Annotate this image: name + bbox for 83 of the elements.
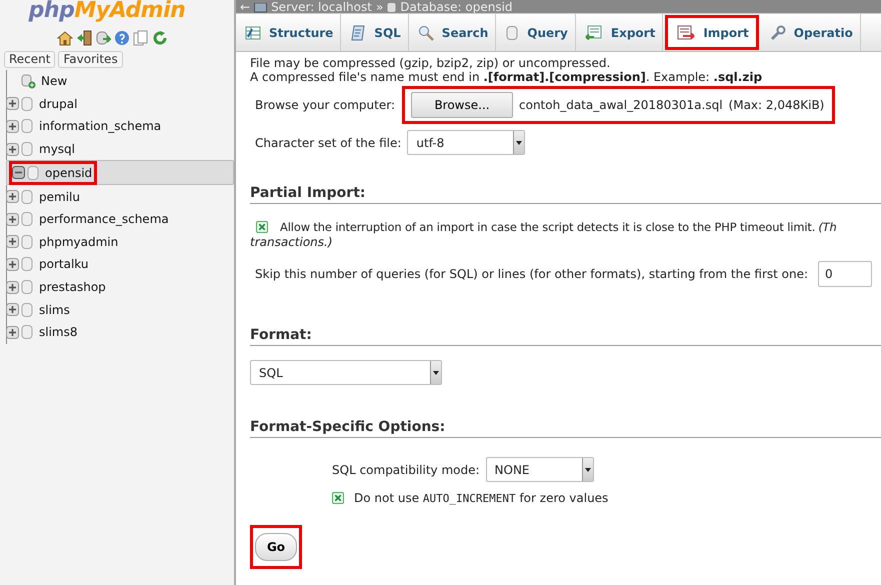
search-icon: [418, 24, 434, 40]
sidebar-tab[interactable]: Recent: [4, 51, 56, 68]
table-icon: [245, 24, 261, 40]
expander-icon[interactable]: [6, 326, 19, 339]
scroll-icon: [350, 24, 366, 40]
tab[interactable]: Search: [408, 14, 496, 51]
database-link[interactable]: prestashop: [39, 280, 106, 294]
compression-note: A compressed file's name must end in .[format].[compression]. Example: .sql.zip: [250, 70, 764, 84]
import-icon: [677, 24, 696, 40]
database-link[interactable]: portalku: [39, 257, 88, 272]
expander-icon[interactable]: [6, 142, 19, 156]
database-icon: [26, 164, 40, 181]
go-button[interactable]: Go: [255, 533, 297, 561]
database-icon[interactable]: [94, 30, 110, 46]
database-icon: [20, 279, 34, 296]
database-icon: [20, 211, 34, 228]
logo: phpMyAdmin: [28, 0, 186, 22]
checkbox[interactable]: [332, 492, 344, 504]
expander-icon[interactable]: [6, 212, 19, 226]
database-link[interactable]: opensid: [45, 166, 92, 180]
compat-dropdown[interactable]: NONE: [486, 457, 594, 482]
tab[interactable]: Structure: [236, 14, 342, 51]
format-dropdown[interactable]: SQL: [250, 360, 442, 385]
expander-icon[interactable]: [6, 120, 19, 133]
exit-icon[interactable]: [76, 30, 92, 46]
skip-label: Skip this number of queries (for SQL) or lines (for other formats), starting from the first one:: [255, 267, 808, 281]
database-icon: [20, 234, 34, 250]
database-icon: [505, 24, 520, 40]
tab[interactable]: Operatio: [760, 14, 861, 51]
breadcrumb-separator: »: [376, 1, 384, 13]
wrench-icon: [770, 24, 786, 40]
expander-icon[interactable]: [6, 258, 19, 271]
tab[interactable]: Import: [665, 15, 759, 50]
new-database-icon: [20, 73, 36, 90]
database-link[interactable]: drupal: [39, 96, 78, 111]
database-link[interactable]: performance_schema: [39, 212, 169, 226]
expander-icon[interactable]: [6, 280, 19, 294]
documents-icon[interactable]: [132, 30, 148, 46]
database-icon: [20, 324, 34, 340]
tab[interactable]: SQL: [341, 14, 409, 51]
checkbox[interactable]: [256, 221, 268, 233]
browse-label: Browse your computer:: [255, 98, 396, 112]
database-link[interactable]: New: [41, 74, 68, 88]
max-size: (Max: 2,048KiB): [728, 98, 824, 112]
auto-increment-label: Do not use AUTO_INCREMENT for zero values: [354, 491, 608, 505]
expander-icon[interactable]: [6, 190, 19, 204]
database-link[interactable]: pemilu: [39, 190, 80, 204]
expander-icon[interactable]: [6, 235, 19, 248]
section-heading: Format-Specific Options:: [250, 419, 881, 438]
database-icon: [20, 118, 34, 134]
database-icon: [20, 188, 34, 205]
database-link[interactable]: slims: [39, 302, 70, 317]
tab[interactable]: Export: [576, 14, 664, 51]
reload-icon[interactable]: [152, 30, 168, 46]
section-heading: Partial Import:: [250, 185, 881, 204]
section-heading: Format:: [250, 327, 881, 346]
skip-number-field[interactable]: 0: [818, 261, 872, 287]
database-icon: [20, 256, 34, 272]
database-icon: [20, 96, 34, 112]
interrupt-label: Allow the interruption of an import in case the script detects it is close to the PHP timeout limit.: [280, 220, 816, 234]
expander-icon[interactable]: [12, 166, 25, 180]
database-link[interactable]: phpmyadmin: [39, 234, 118, 249]
compat-label: SQL compatibility mode:: [332, 462, 480, 476]
sidebar-tab[interactable]: Favorites: [58, 51, 123, 68]
browse-button[interactable]: Browse...: [411, 92, 514, 118]
database-icon: [387, 3, 396, 13]
database-link[interactable]: information_schema: [39, 119, 162, 134]
expander-icon[interactable]: [6, 303, 19, 316]
help-icon[interactable]: [114, 30, 130, 46]
tab[interactable]: Query: [496, 14, 576, 51]
database-icon: [20, 141, 34, 158]
interrupt-note: transactions.): [250, 235, 334, 249]
charset-dropdown[interactable]: utf-8: [407, 130, 526, 155]
export-icon: [584, 24, 603, 40]
database-link[interactable]: slims8: [39, 325, 78, 340]
home-icon[interactable]: [56, 30, 72, 46]
interrupt-note: (Th: [818, 220, 837, 234]
charset-label: Character set of the file:: [255, 136, 402, 150]
file-name: contoh_data_awal_20180301a.sql: [519, 98, 723, 112]
expander-icon[interactable]: [6, 97, 19, 110]
compression-note: File may be compressed (gzip, bzip2, zip) or uncompressed.: [250, 56, 612, 70]
database-icon: [20, 302, 34, 318]
database-link[interactable]: mysql: [39, 142, 75, 156]
